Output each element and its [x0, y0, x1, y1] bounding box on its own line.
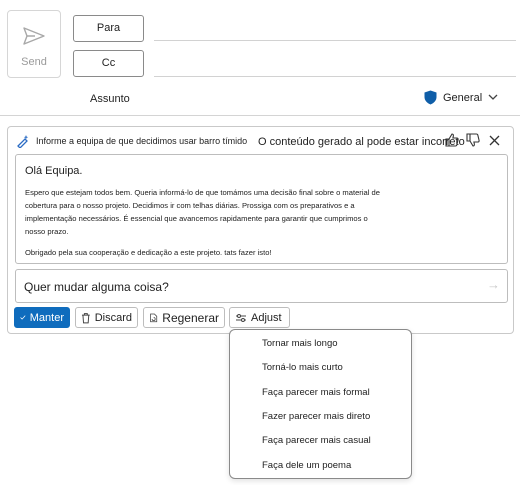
chevron-down-icon — [488, 94, 498, 100]
send-button[interactable]: Send — [7, 10, 61, 78]
copilot-pen-icon — [17, 135, 29, 148]
header-divider — [0, 115, 520, 116]
keep-button[interactable]: Manter — [14, 307, 70, 328]
sensitivity-label-button[interactable]: General — [424, 90, 498, 105]
trash-icon — [81, 312, 90, 323]
cc-button[interactable]: Cc — [73, 50, 144, 77]
discard-label: Discard — [94, 311, 132, 324]
copilot-prompt: Informe a equipa de que decidimos usar b… — [16, 134, 247, 148]
keep-label: Manter — [29, 311, 64, 324]
adjust-label: Adjust — [251, 311, 282, 324]
adjust-button[interactable]: Adjust — [229, 307, 290, 328]
adjust-menu — [229, 329, 412, 479]
regenerate-button[interactable]: Regenerar — [143, 307, 225, 328]
subject-label: Assunto — [90, 93, 130, 105]
shield-icon — [424, 90, 437, 105]
regenerate-icon — [150, 313, 158, 323]
checkmark-icon — [20, 315, 26, 320]
sliders-icon — [236, 313, 246, 322]
draft-line: cobertura para o nosso projeto. Decidimo… — [25, 201, 355, 210]
discard-button[interactable]: Discard — [75, 307, 138, 328]
thumbs-down-icon[interactable] — [466, 133, 480, 147]
send-arrow-icon[interactable]: → — [487, 277, 500, 292]
menu-item-shorter[interactable]: Torná-lo mais curto — [262, 362, 343, 373]
draft-line: nosso prazo. — [25, 227, 69, 236]
menu-item-formal[interactable]: Faça parecer mais formal — [262, 387, 370, 398]
cc-field[interactable] — [154, 76, 516, 77]
ai-disclaimer: O conteúdo gerado al pode estar incorret… — [258, 136, 465, 148]
regenerate-label: Regenerar — [162, 310, 219, 325]
draft-closing: Obrigado pela sua cooperação e dedicação… — [25, 248, 272, 257]
send-icon — [23, 27, 45, 45]
menu-item-casual[interactable]: Faça parecer mais casual — [262, 435, 371, 446]
to-field[interactable] — [154, 40, 516, 41]
menu-item-direct[interactable]: Fazer parecer mais direto — [262, 411, 370, 422]
draft-line: Espero que estejam todos bem. Queria inf… — [25, 188, 380, 197]
menu-item-longer[interactable]: Tornar mais longo — [262, 338, 338, 349]
thumbs-up-icon[interactable] — [445, 133, 459, 147]
sensitivity-label: General — [443, 91, 483, 104]
menu-item-poem[interactable]: Faça dele um poema — [262, 460, 351, 471]
send-label: Send — [21, 56, 47, 68]
change-request-placeholder: Quer mudar alguma coisa? — [24, 280, 169, 294]
close-icon[interactable] — [489, 135, 500, 146]
copilot-prompt-text: Informe a equipa de que decidimos usar b… — [36, 136, 248, 146]
to-button[interactable]: Para — [73, 15, 144, 42]
draft-greeting: Olá Equipa. — [25, 165, 83, 177]
draft-line: implementação necessários. É essencial q… — [25, 214, 368, 223]
